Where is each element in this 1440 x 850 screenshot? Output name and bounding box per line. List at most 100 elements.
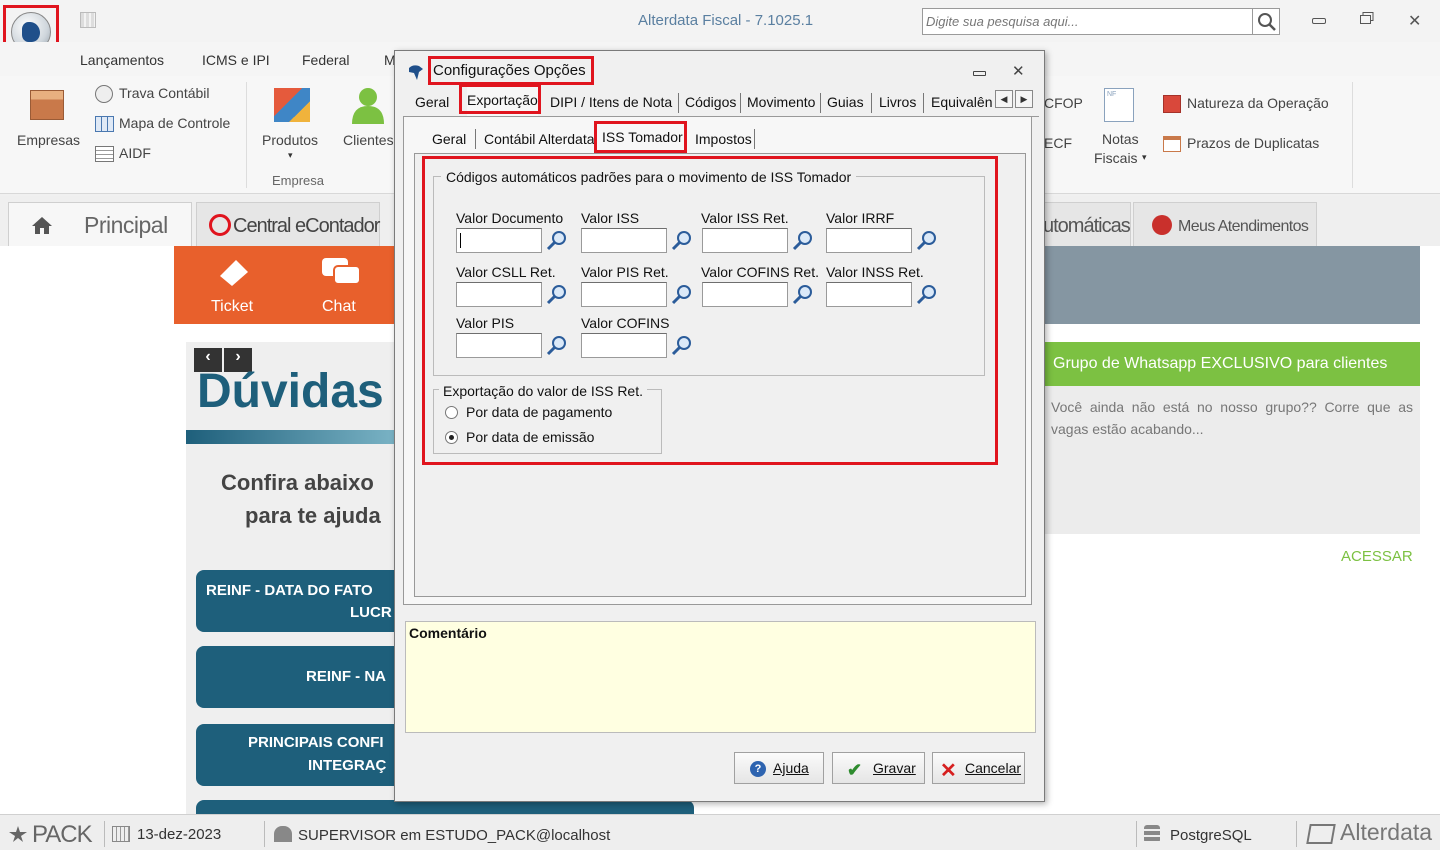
lookup-icon[interactable] [790,228,816,253]
label-valor-pis: Valor PIS [456,315,515,331]
support-icon [1152,215,1172,235]
whatsapp-header: Grupo de Whatsapp EXCLUSIVO para cliente… [1044,342,1420,386]
acessar-link[interactable]: ACESSAR [1341,548,1413,565]
valor-csll-ret-input[interactable] [456,282,542,307]
econtador-logo-icon [209,214,231,236]
valor-iss-input[interactable] [581,228,667,253]
label-valor-irrf: Valor IRRF [826,210,895,226]
empresas-button[interactable]: Empresas [14,88,82,152]
valor-cofins-input[interactable] [581,333,667,358]
help-label: Ajuda [773,760,809,776]
valor-documento-input[interactable] [456,228,542,253]
search-icon[interactable] [1252,9,1279,34]
lookup-icon[interactable] [544,333,570,358]
close-icon[interactable]: ✕ [1408,11,1421,31]
lookup-icon[interactable] [669,228,695,253]
cancel-button[interactable]: ✕ Cancelar [932,752,1025,784]
tab-equivalencias[interactable]: Equivalên [931,89,997,115]
notas-fiscais-button[interactable]: NF Notas Fiscais ▾ [1090,88,1154,168]
whatsapp-card: Grupo de Whatsapp EXCLUSIVO para cliente… [1044,342,1420,534]
valor-iss-ret-input[interactable] [702,228,788,253]
tab-automaticas[interactable]: utomáticas [1043,202,1131,246]
menu-icms-ipi[interactable]: ICMS e IPI [202,52,270,68]
tab-dipi[interactable]: DIPI / Itens de Nota [550,89,672,115]
card-reinf-data[interactable]: REINF - DATA DO FATO LUCR [196,570,396,632]
help-icon: ? [750,761,766,777]
ticket-button[interactable]: Ticket [200,254,270,320]
valor-cofins-ret-input[interactable] [702,282,788,307]
invoice-icon: NF [1104,88,1134,122]
lookup-icon[interactable] [544,282,570,307]
subtab-geral[interactable]: Geral [432,131,466,147]
minimize-icon[interactable] [973,71,986,76]
grid-icon[interactable] [80,12,96,28]
ecf-button[interactable]: ECF [1044,135,1072,151]
confira-line2: para te ajuda [245,503,381,528]
tab-scroll-left-icon[interactable]: ◀ [995,90,1013,108]
lookup-icon[interactable] [544,228,570,253]
card-next[interactable] [196,800,396,814]
card-reinf-na[interactable]: REINF - NA [196,646,396,708]
tab-meus-atendimentos[interactable]: Meus Atendimentos [1133,202,1317,246]
clientes-label: Clientes [343,132,394,148]
tab-livros[interactable]: Livros [879,89,916,115]
valor-pis-ret-input[interactable] [581,282,667,307]
search-input[interactable]: Digite sua pesquisa aqui... [926,14,1078,29]
tab-central-econtador[interactable]: Central eContador [196,202,380,246]
subtab-impostos[interactable]: Impostos [695,131,752,147]
table-icon [95,116,114,132]
database-icon [1144,825,1160,843]
mapa-controle-button[interactable]: Mapa de Controle [95,114,245,134]
sub-tabs: Geral Contábil Alterdata ISS Tomador Imp… [412,125,1024,155]
ticket-label: Ticket [211,298,254,315]
chat-button[interactable]: Chat [310,254,380,320]
subtab-contabil[interactable]: Contábil Alterdata [484,131,595,147]
tab-guias[interactable]: Guias [827,89,864,115]
ribbon-group-divider [246,82,247,188]
aidf-label: AIDF [119,145,151,161]
valor-irrf-input[interactable] [826,228,912,253]
lookup-icon[interactable] [669,282,695,307]
lookup-icon[interactable] [914,228,940,253]
card-principais[interactable]: PRINCIPAIS CONFI INTEGRAÇ [196,724,396,786]
cfop-button[interactable]: CFOP [1044,95,1083,111]
tab-codigos[interactable]: Códigos [685,89,736,115]
status-date: 13-dez-2023 [137,826,222,843]
pack-label: PACK [32,821,93,848]
chevron-down-icon: ▾ [1142,152,1147,162]
produtos-button[interactable]: Produtos ▾ [258,86,328,166]
restore-icon[interactable] [1360,12,1374,24]
lookup-icon[interactable] [669,333,695,358]
valor-pis-input[interactable] [456,333,542,358]
label-valor-inss-ret: Valor INSS Ret. [826,264,924,280]
menu-lancamentos[interactable]: Lançamentos [80,52,164,68]
minimize-icon[interactable] [1312,18,1326,24]
radio-data-emissao[interactable] [445,431,458,444]
title-bar: Alterdata Fiscal - 7.1025.1 Digite sua p… [0,0,1440,42]
prazos-duplicatas-button[interactable]: Prazos de Duplicatas [1163,134,1343,154]
help-button[interactable]: ? Ajuda [734,752,824,784]
trava-contabil-button[interactable]: Trava Contábil [95,84,235,104]
tab-principal[interactable]: Principal [8,202,192,246]
save-button[interactable]: ✔ Gravar [832,752,925,784]
tab-movimento[interactable]: Movimento [747,89,815,115]
search-box[interactable]: Digite sua pesquisa aqui... [922,8,1280,35]
natureza-operacao-button[interactable]: Natureza da Operação [1163,94,1343,114]
tab-scroll-right-icon[interactable]: ▶ [1015,90,1033,108]
tab-divider [923,93,924,113]
chat-label: Chat [322,298,356,315]
aidf-button[interactable]: AIDF [95,144,175,164]
lookup-icon[interactable] [914,282,940,307]
lookup-icon[interactable] [790,282,816,307]
menu-federal[interactable]: Federal [302,52,349,68]
building-icon [30,90,64,120]
empresas-label: Empresas [17,132,81,148]
valor-inss-ret-input[interactable] [826,282,912,307]
card1-line1: REINF - DATA DO FATO [206,582,373,599]
tab-geral[interactable]: Geral [415,89,449,115]
radio-data-pagamento[interactable] [445,406,458,419]
ribbon-group-divider [1352,82,1353,188]
clientes-button[interactable]: Clientes [340,86,396,156]
close-icon[interactable]: ✕ [1012,62,1025,80]
window-title: Alterdata Fiscal - 7.1025.1 [638,12,814,29]
